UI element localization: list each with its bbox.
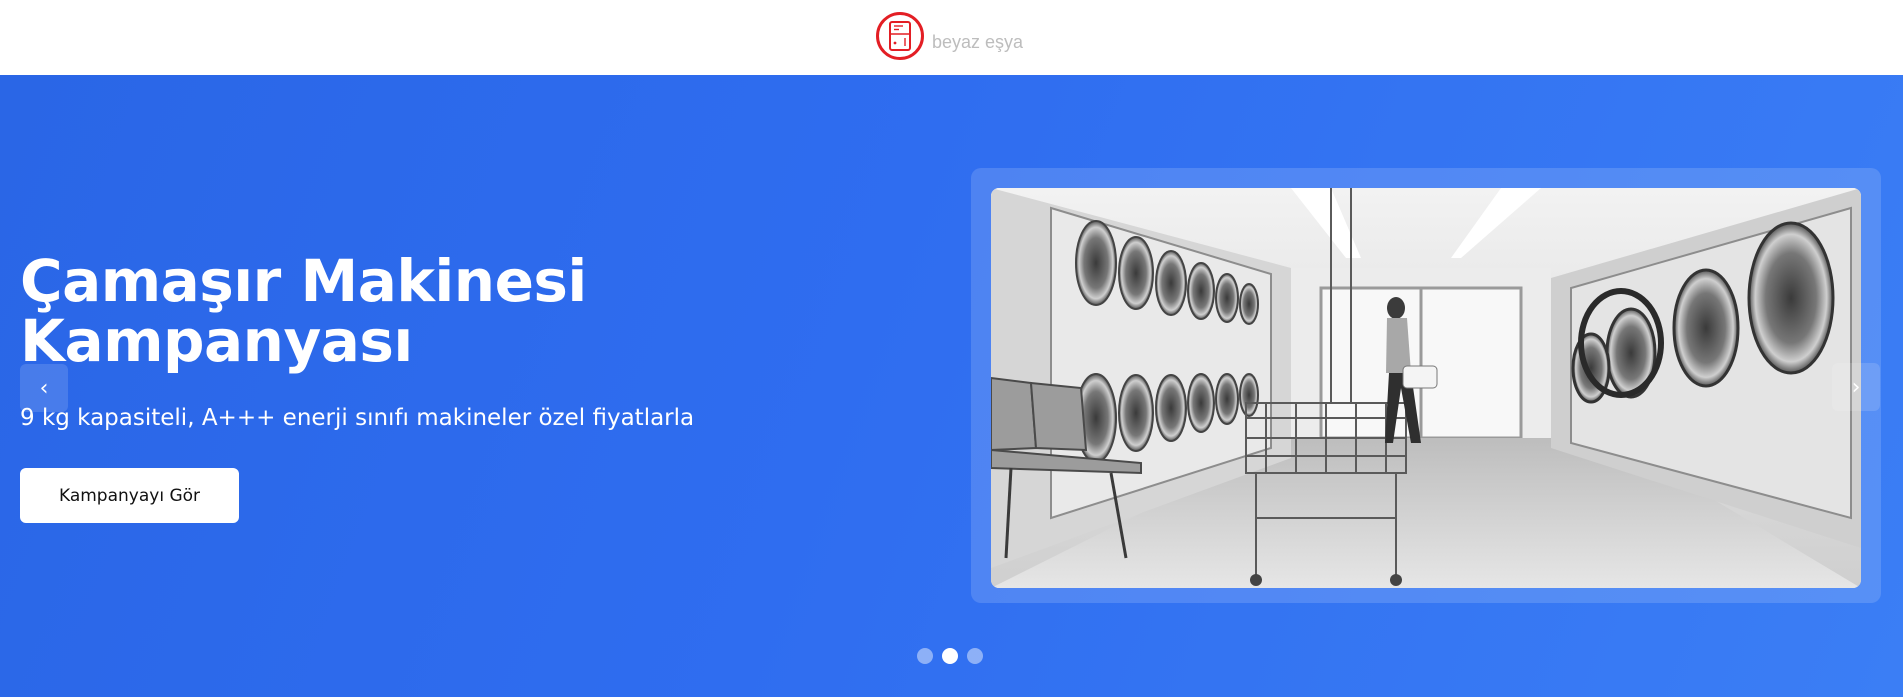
brand-name: beyaz eşya [932, 31, 1024, 52]
laundromat-photo [991, 188, 1861, 588]
hero-subtitle: 9 kg kapasiteli, A+++ enerji sınıfı maki… [20, 405, 695, 431]
chevron-right-icon: › [1851, 374, 1861, 400]
hero-image-card [971, 168, 1881, 603]
hero-carousel: Çamaşır Makinesi Kampanyası 9 kg kapasit… [0, 75, 1903, 697]
carousel-dot[interactable] [967, 648, 983, 664]
carousel-indicators [917, 648, 983, 664]
carousel-dot[interactable] [917, 648, 933, 664]
carousel-prev-button[interactable]: ‹ [20, 364, 68, 412]
campaign-button[interactable]: Kampanyayı Gör [20, 468, 239, 523]
fridge-icon [876, 12, 924, 60]
hero-title: Çamaşır Makinesi Kampanyası [20, 247, 587, 375]
chevron-left-icon: ‹ [39, 375, 49, 401]
brand-link[interactable]: beyaz eşya [876, 10, 1023, 62]
carousel-dot-active[interactable] [942, 648, 958, 664]
carousel-next-button[interactable]: › [1832, 363, 1880, 411]
site-header: beyaz eşya [0, 0, 1903, 75]
